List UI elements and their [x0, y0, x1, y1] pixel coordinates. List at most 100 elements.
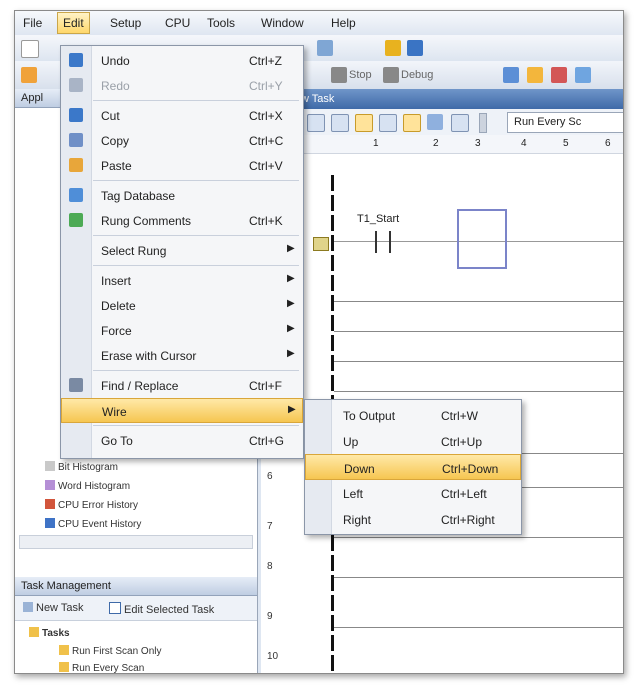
menu-item-go-to[interactable]: Go To Ctrl+G	[61, 428, 303, 453]
chart-icon	[45, 461, 55, 471]
menu-item-cut[interactable]: Cut Ctrl+X	[61, 103, 303, 128]
cut-icon	[69, 108, 83, 122]
shortcut-icon[interactable]	[451, 114, 469, 132]
tree-item-tasks[interactable]: Tasks	[29, 627, 70, 639]
menu-setup[interactable]: Setup	[110, 16, 141, 30]
application-window: File Edit Setup CPU Tools Window Help St…	[14, 10, 624, 674]
stop-icon[interactable]	[331, 67, 347, 83]
new-task-icon	[23, 602, 33, 612]
menu-item-rung-comments[interactable]: Rung Comments Ctrl+K	[61, 208, 303, 233]
submenu-arrow-icon: ▶	[288, 404, 296, 415]
monitor-icon[interactable]	[575, 67, 591, 83]
chart-icon	[45, 480, 55, 490]
zoom-slider[interactable]	[479, 113, 487, 133]
submenu-item-down[interactable]: Down Ctrl+Down	[305, 454, 521, 480]
menu-cpu[interactable]: CPU	[165, 16, 190, 30]
contact-nc-icon[interactable]	[331, 114, 349, 132]
edit-menu: Undo Ctrl+Z Redo Ctrl+Y Cut Ctrl+X Copy …	[60, 45, 304, 459]
ladder-editor: w Task Run Every Sc 1 2 3 4 5 6 T1_Start	[261, 89, 623, 673]
contact-right-bar[interactable]	[389, 231, 391, 253]
submenu-arrow-icon: ▶	[287, 348, 295, 359]
contact-no-icon[interactable]	[307, 114, 325, 132]
debug-label[interactable]: Debug	[401, 69, 433, 81]
tree-item-bit-histogram[interactable]: Bit Histogram	[45, 461, 118, 473]
menu-window[interactable]: Window	[261, 16, 304, 30]
error-icon	[45, 499, 55, 509]
lock-icon[interactable]	[385, 40, 401, 56]
submenu-item-right[interactable]: Right Ctrl+Right	[305, 506, 521, 532]
comment-icon	[69, 213, 83, 227]
menu-file[interactable]: File	[23, 16, 42, 30]
download-icon[interactable]	[317, 40, 333, 56]
rung-number: 9	[267, 611, 273, 622]
copy-icon	[69, 133, 83, 147]
tree-item-run-first-scan[interactable]: Run First Scan Only	[59, 645, 161, 657]
wire-submenu: To Output Ctrl+W Up Ctrl+Up Down Ctrl+Do…	[304, 399, 522, 535]
task-icon	[59, 662, 69, 672]
submenu-item-up[interactable]: Up Ctrl+Up	[305, 428, 521, 454]
tree-item-word-histogram[interactable]: Word Histogram	[45, 480, 130, 492]
menu-tools[interactable]: Tools	[207, 16, 235, 30]
ladder-toolbar: Run Every Sc	[261, 109, 623, 136]
tree-item-cpu-error-history[interactable]: CPU Error History	[45, 499, 138, 511]
contact-left-bar[interactable]	[375, 231, 377, 253]
rung-number: 6	[267, 471, 273, 482]
horizontal-scrollbar[interactable]	[19, 535, 253, 549]
task-icon	[59, 645, 69, 655]
run-mode-select[interactable]: Run Every Sc	[507, 112, 623, 133]
edit-selected-task-button[interactable]: Edit Selected Task	[109, 602, 214, 616]
menu-item-copy[interactable]: Copy Ctrl+C	[61, 128, 303, 153]
menu-item-force[interactable]: Force ▶	[61, 318, 303, 343]
menu-item-paste[interactable]: Paste Ctrl+V	[61, 153, 303, 178]
editor-tab[interactable]: w Task	[261, 89, 623, 109]
rung-10-line	[334, 627, 623, 628]
rung-8-line	[334, 537, 623, 538]
database-icon	[69, 188, 83, 202]
menu-bar: File Edit Setup CPU Tools Window Help	[15, 11, 623, 36]
menu-item-erase-with-cursor[interactable]: Erase with Cursor ▶	[61, 343, 303, 368]
rung-number: 10	[267, 651, 279, 662]
new-file-icon[interactable]	[21, 40, 39, 58]
submenu-arrow-icon: ▶	[287, 298, 295, 309]
rung-comment-icon[interactable]	[313, 237, 329, 251]
new-task-button[interactable]: New Task	[23, 602, 83, 614]
box-icon[interactable]	[379, 114, 397, 132]
rung-2-line	[334, 301, 623, 302]
cursor-box[interactable]	[457, 209, 507, 269]
stop-label[interactable]: Stop	[349, 69, 372, 81]
menu-help[interactable]: Help	[331, 16, 356, 30]
folder-icon	[29, 627, 39, 637]
task-toolbar: New Task Edit Selected Task	[15, 596, 257, 621]
menu-item-undo[interactable]: Undo Ctrl+Z	[61, 48, 303, 73]
submenu-item-left[interactable]: Left Ctrl+Left	[305, 480, 521, 506]
debug-icon[interactable]	[383, 67, 399, 83]
column-ruler: 1 2 3 4 5 6	[261, 135, 623, 154]
event-icon	[45, 518, 55, 528]
menu-separator	[93, 425, 299, 426]
network-icon[interactable]	[407, 40, 423, 56]
coil-icon[interactable]	[355, 114, 373, 132]
menu-item-select-rung[interactable]: Select Rung ▶	[61, 238, 303, 263]
horizontal-wire-icon[interactable]	[427, 114, 443, 130]
view-icon[interactable]	[503, 67, 519, 83]
menu-edit[interactable]: Edit	[57, 12, 90, 34]
menu-item-delete[interactable]: Delete ▶	[61, 293, 303, 318]
rung-number: 8	[267, 561, 273, 572]
submenu-item-to-output[interactable]: To Output Ctrl+W	[305, 402, 521, 428]
menu-item-find-replace[interactable]: Find / Replace Ctrl+F	[61, 373, 303, 398]
tree-item-run-every-scan[interactable]: Run Every Scan	[59, 662, 144, 673]
chart-view-icon[interactable]	[551, 67, 567, 83]
menu-item-tag-database[interactable]: Tag Database	[61, 183, 303, 208]
folder-icon[interactable]	[527, 67, 543, 83]
menu-separator	[93, 180, 299, 181]
submenu-arrow-icon: ▶	[287, 273, 295, 284]
rung-5-line	[334, 391, 623, 392]
rung-3-line	[334, 331, 623, 332]
tree-item-cpu-event-history[interactable]: CPU Event History	[45, 518, 141, 530]
submenu-arrow-icon: ▶	[287, 323, 295, 334]
paste-icon	[69, 158, 83, 172]
online-icon[interactable]	[21, 67, 37, 83]
menu-item-insert[interactable]: Insert ▶	[61, 268, 303, 293]
wire-icon[interactable]	[403, 114, 421, 132]
menu-item-wire[interactable]: Wire ▶	[61, 398, 303, 423]
